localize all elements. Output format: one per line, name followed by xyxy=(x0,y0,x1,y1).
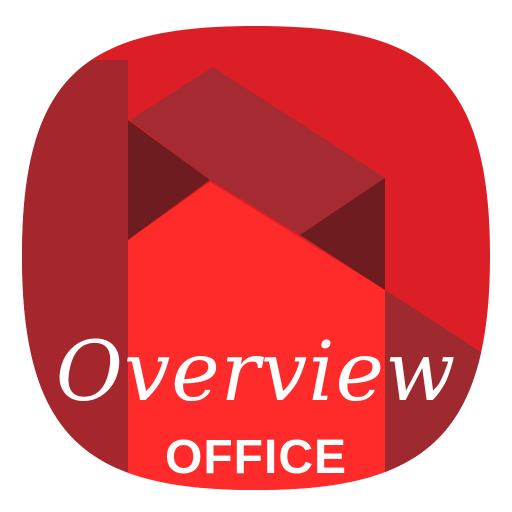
overview-office-app-icon[interactable]: Overview OFFICE xyxy=(0,0,512,512)
office-text: OFFICE xyxy=(165,431,347,484)
left-band xyxy=(22,60,128,490)
overview-script-text: Overview xyxy=(56,325,457,420)
app-icon-canvas: Overview OFFICE xyxy=(0,0,512,512)
